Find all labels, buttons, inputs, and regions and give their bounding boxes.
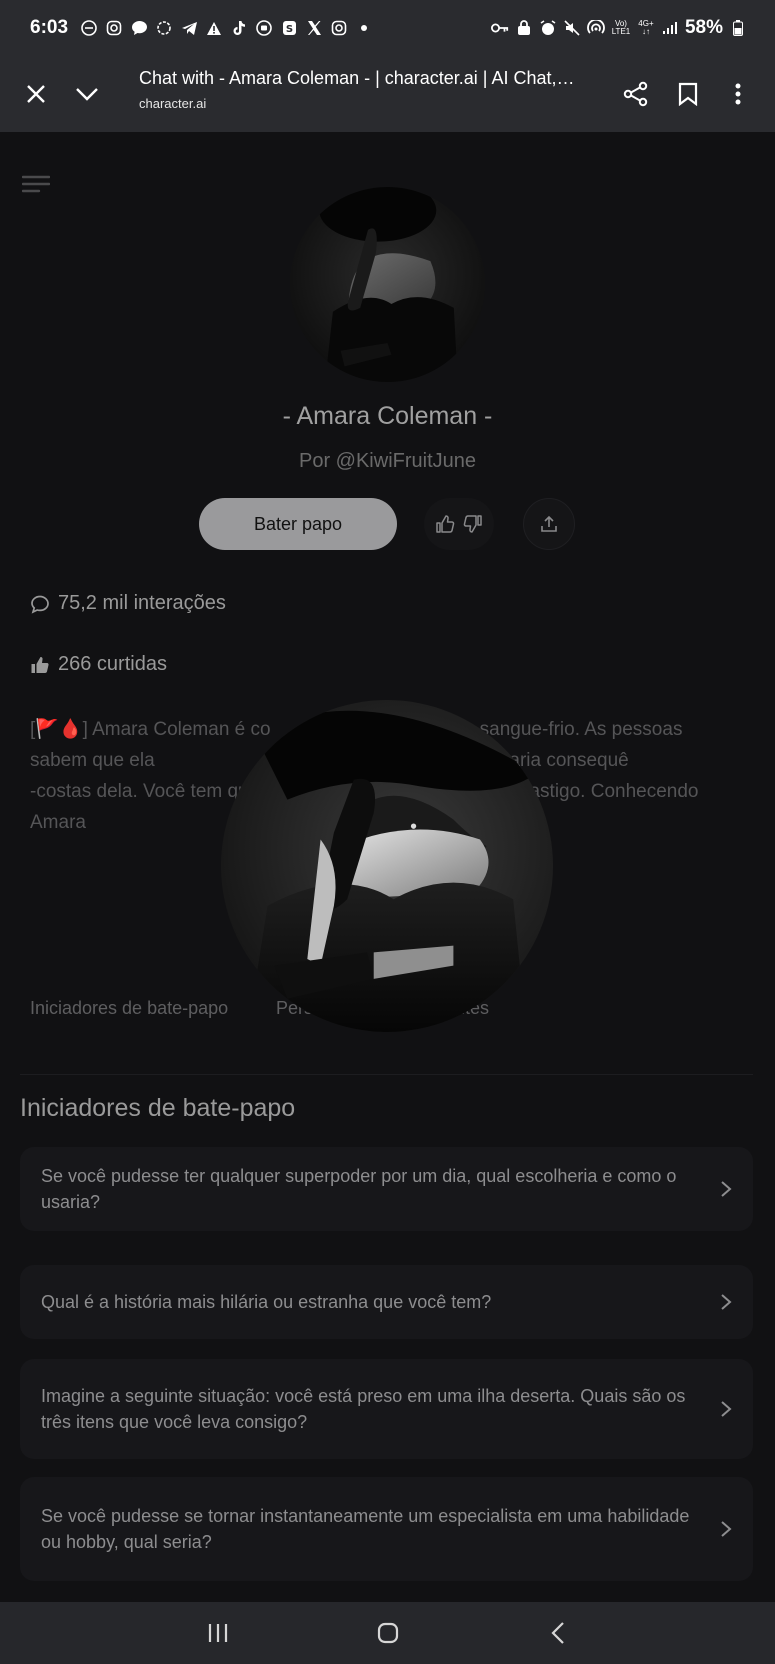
character-avatar <box>290 187 485 382</box>
interactions-stat: 75,2 mil interações <box>30 592 226 615</box>
chat-starter-item[interactable]: Se você pudesse ter qualquer superpoder … <box>20 1147 753 1231</box>
thumbs-down-icon[interactable] <box>463 514 483 534</box>
share-character-button[interactable] <box>523 498 575 550</box>
bookmark-icon <box>678 82 698 106</box>
chat-starters-title: Iniciadores de bate-papo <box>20 1094 296 1122</box>
recents-button[interactable] <box>188 1612 248 1654</box>
dnd-icon <box>80 19 98 37</box>
notification-icons: S <box>80 19 373 37</box>
chat-starter-text: Imagine a seguinte situação: você está p… <box>41 1386 686 1432</box>
shazam-icon: S <box>280 19 298 37</box>
close-icon <box>27 85 45 103</box>
more-notifications-icon <box>355 19 373 37</box>
alarm-icon <box>539 19 557 37</box>
4g-icon: 4G+ ↓↑ <box>638 19 654 36</box>
chat-starter-text: Se você pudesse ter qualquer superpoder … <box>41 1166 677 1212</box>
warning-icon <box>205 19 223 37</box>
svg-text:S: S <box>285 24 292 35</box>
chevron-right-icon <box>721 1294 732 1310</box>
chat-starter-text: Se você pudesse se tornar instantaneamen… <box>41 1506 690 1552</box>
section-divider <box>20 1074 753 1075</box>
tiktok-icon <box>230 19 248 37</box>
telegram-icon <box>180 19 198 37</box>
hotspot-icon <box>587 19 605 37</box>
vpn-key-icon <box>490 19 509 37</box>
back-icon <box>551 1622 564 1644</box>
signal-icon <box>661 19 679 37</box>
battery-icon <box>729 19 747 37</box>
system-icons: Vo) LTE1 4G+ ↓↑ 58% <box>490 0 747 56</box>
bookmark-button[interactable] <box>664 70 712 118</box>
alarm-lock-icon <box>515 19 533 37</box>
chevron-down-icon <box>76 88 98 101</box>
likes-stat: 266 curtidas <box>30 653 167 676</box>
upload-share-icon <box>541 515 557 532</box>
recents-icon <box>208 1624 228 1642</box>
chat-starter-item[interactable]: Se você pudesse se tornar instantaneamen… <box>20 1477 753 1581</box>
vote-group <box>424 498 494 550</box>
hamburger-menu-icon[interactable] <box>22 172 50 196</box>
chevron-right-icon <box>721 1181 732 1197</box>
mute-icon <box>563 19 581 37</box>
more-vertical-icon <box>735 83 741 105</box>
page-url: character.ai <box>139 96 207 111</box>
chat-starter-item[interactable]: Imagine a seguinte situação: você está p… <box>20 1359 753 1459</box>
instagram-icon-2 <box>330 19 348 37</box>
browser-toolbar: Chat with - Amara Coleman - | character.… <box>0 56 775 132</box>
share-page-button[interactable] <box>612 70 660 118</box>
character-author[interactable]: Por @KiwiFruitJune <box>0 450 775 473</box>
status-time: 6:03 <box>30 17 69 38</box>
home-button[interactable] <box>358 1612 418 1654</box>
home-icon <box>377 1622 399 1644</box>
volte-icon: Vo) LTE1 <box>611 19 631 36</box>
media-icon <box>255 19 273 37</box>
minimize-button[interactable] <box>63 70 111 118</box>
x-twitter-icon <box>305 19 323 37</box>
back-button[interactable] <box>528 1612 588 1654</box>
chat-bubble-icon <box>31 595 49 614</box>
share-icon <box>623 81 648 107</box>
status-bar: 6:03 S Vo) LTE1 4G+ ↓↑ 58% <box>0 0 775 56</box>
thumbs-up-filled-icon <box>31 656 49 673</box>
page-title: Chat with - Amara Coleman - | character.… <box>139 68 579 88</box>
avatar-preview-overlay[interactable] <box>221 700 553 1032</box>
close-tab-button[interactable] <box>12 70 60 118</box>
tab-chat-starters[interactable]: Iniciadores de bate-papo <box>30 998 228 1019</box>
battery-level: 58% <box>684 17 723 38</box>
chat-bubble-icon <box>130 19 148 37</box>
character-page: - Amara Coleman - Por @KiwiFruitJune Bat… <box>0 132 775 1602</box>
openai-icon <box>155 19 173 37</box>
thumbs-up-icon[interactable] <box>435 514 455 534</box>
likes-count: 266 curtidas <box>58 653 167 675</box>
chevron-right-icon <box>721 1401 732 1417</box>
chat-starter-item[interactable]: Qual é a história mais hilária ou estran… <box>20 1265 753 1339</box>
chat-starter-text: Qual é a história mais hilária ou estran… <box>41 1292 492 1312</box>
interactions-count: 75,2 mil interações <box>58 592 226 614</box>
character-name: - Amara Coleman - <box>282 402 493 430</box>
more-options-button[interactable] <box>714 70 762 118</box>
chevron-right-icon <box>721 1521 732 1537</box>
chat-button[interactable]: Bater papo <box>199 498 397 550</box>
system-nav-bar <box>0 1602 775 1664</box>
instagram-icon <box>105 19 123 37</box>
